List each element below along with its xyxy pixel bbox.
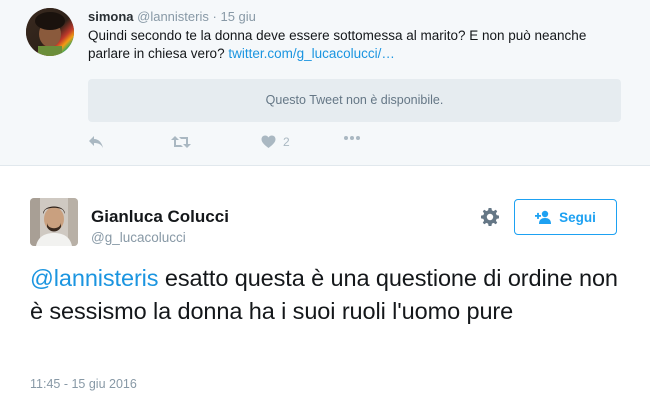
follow-button[interactable]: Segui: [514, 199, 617, 235]
more-button[interactable]: [343, 135, 361, 141]
separator-dot: ·: [212, 9, 217, 24]
main-tweet-text: @lannisteris esatto questa è una questio…: [30, 262, 630, 328]
retweet-button[interactable]: [171, 135, 191, 149]
like-count: 2: [283, 135, 290, 149]
tweet-timestamp[interactable]: 11:45 - 15 giu 2016: [30, 377, 137, 391]
follow-button-label: Segui: [559, 209, 596, 225]
tweet-settings-button[interactable]: [480, 207, 500, 227]
parent-avatar[interactable]: [26, 8, 74, 56]
mention-link[interactable]: @lannisteris: [30, 265, 159, 291]
more-icon: [344, 136, 360, 140]
main-author-handle[interactable]: @g_lucacolucci: [91, 230, 186, 245]
reply-button[interactable]: [88, 135, 104, 149]
follow-person-icon: [535, 210, 552, 224]
parent-tweet: simona @lannisteris · 15 giu Quindi seco…: [0, 0, 650, 166]
retweet-icon: [171, 136, 191, 148]
unavailable-tweet-notice: Questo Tweet non è disponibile.: [88, 79, 621, 122]
parent-tweet-link[interactable]: twitter.com/g_lucacolucci/…: [228, 46, 395, 61]
reply-icon: [89, 136, 103, 148]
parent-author-handle[interactable]: @lannisteris: [137, 9, 209, 24]
main-avatar[interactable]: [30, 198, 78, 246]
like-button[interactable]: 2: [261, 135, 290, 149]
parent-tweet-text: Quindi secondo te la donna deve essere s…: [88, 27, 628, 63]
parent-author-name[interactable]: simona: [88, 9, 134, 24]
gear-icon: [481, 208, 499, 226]
parent-date[interactable]: 15 giu: [220, 9, 255, 24]
heart-icon: [261, 135, 276, 148]
main-author-name[interactable]: Gianluca Colucci: [91, 207, 229, 227]
parent-tweet-header: simona @lannisteris · 15 giu: [88, 9, 256, 24]
